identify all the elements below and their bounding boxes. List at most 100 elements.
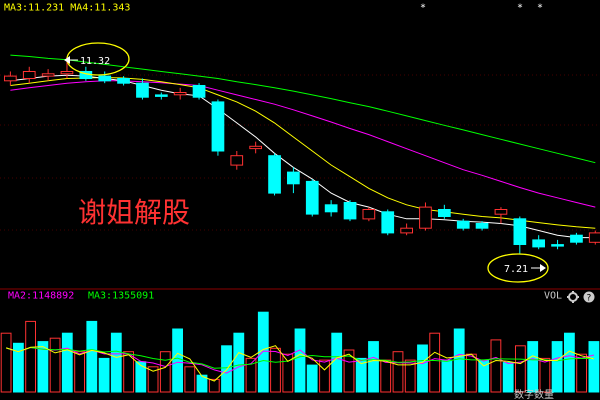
candle-body xyxy=(475,223,489,229)
volume-bars[interactable] xyxy=(0,311,600,393)
volume-bar xyxy=(551,341,563,393)
volume-bar xyxy=(527,341,539,393)
candle[interactable] xyxy=(324,200,338,217)
volume-bar xyxy=(429,332,441,393)
candle-body xyxy=(117,78,130,84)
candle[interactable] xyxy=(249,141,263,154)
candle[interactable] xyxy=(268,153,281,196)
volume-bar xyxy=(159,351,171,393)
volume-bar xyxy=(453,328,465,393)
candle[interactable] xyxy=(551,239,564,250)
volume-bar xyxy=(184,366,196,393)
candle-body xyxy=(249,145,263,150)
candle-body xyxy=(136,82,149,98)
candle-body xyxy=(494,209,508,215)
candle-body xyxy=(305,180,319,215)
volume-bar xyxy=(172,328,183,393)
footer-label: 数字数量 xyxy=(514,388,554,400)
volume-bar xyxy=(306,364,318,393)
volume-bar xyxy=(564,332,575,393)
candle[interactable] xyxy=(230,151,244,170)
stock-chart[interactable]: MA3:11.231 MA4:11.343 * * * 谢姐解股 11.32 7… xyxy=(0,0,600,400)
candle-body xyxy=(343,202,357,220)
volume-bar xyxy=(490,339,502,393)
candle-body xyxy=(192,85,206,98)
help-icon[interactable]: ? xyxy=(583,291,595,304)
candle[interactable] xyxy=(173,87,187,100)
high-price-label: 11.32 xyxy=(80,56,110,67)
candle[interactable] xyxy=(438,204,451,219)
candle[interactable] xyxy=(155,92,168,100)
volume-bar xyxy=(0,332,12,393)
candle-body xyxy=(532,239,545,248)
candle[interactable] xyxy=(570,232,583,245)
volume-bar xyxy=(576,353,588,393)
ma-header: MA3:11.231 MA4:11.343 xyxy=(4,2,130,13)
volume-bar xyxy=(49,337,61,393)
volume-bar xyxy=(25,320,37,393)
candle-body xyxy=(551,244,564,247)
candle-body xyxy=(400,227,413,234)
candle-body xyxy=(513,218,527,246)
volume-label: VOL xyxy=(544,290,562,301)
candle-body xyxy=(419,206,432,229)
candle-body xyxy=(324,204,338,213)
candle-body xyxy=(4,75,17,82)
volume-bar xyxy=(331,332,343,393)
volume-ma2-label: MA2:1148892 xyxy=(8,290,74,301)
candle[interactable] xyxy=(513,216,527,254)
gear-icon[interactable] xyxy=(567,291,579,303)
candle[interactable] xyxy=(4,71,17,86)
candle[interactable] xyxy=(343,200,357,222)
candle[interactable] xyxy=(41,69,55,81)
volume-bar xyxy=(74,351,85,393)
candle[interactable] xyxy=(22,66,36,84)
marker-star: * xyxy=(420,2,426,13)
candle-body xyxy=(570,234,583,243)
candle-body xyxy=(381,211,395,234)
candle[interactable] xyxy=(362,207,376,222)
candle[interactable] xyxy=(532,235,545,250)
volume-bar xyxy=(515,345,526,393)
candle-body xyxy=(287,171,300,185)
candle[interactable] xyxy=(305,179,319,217)
candle-body xyxy=(438,209,451,217)
watermark-text: 谢姐解股 xyxy=(78,196,190,229)
marker-star: * xyxy=(517,2,523,13)
candle-body xyxy=(362,209,376,220)
volume-bar xyxy=(221,345,232,393)
candle[interactable] xyxy=(211,99,225,156)
candle[interactable] xyxy=(381,209,395,236)
svg-text:?: ? xyxy=(587,294,592,304)
volume-bar xyxy=(98,357,110,393)
volume-bar xyxy=(135,361,147,393)
candle-body xyxy=(456,220,470,229)
candle[interactable] xyxy=(588,230,600,245)
candle-body xyxy=(268,155,281,194)
arrow-right-icon xyxy=(540,264,546,272)
low-price-label: 7.21 xyxy=(504,264,528,275)
candle[interactable] xyxy=(419,202,432,231)
volume-bar xyxy=(502,362,514,393)
candle-body xyxy=(230,155,244,166)
candle[interactable] xyxy=(400,223,413,236)
volume-bar xyxy=(86,320,98,393)
volume-bar xyxy=(392,351,404,393)
candle[interactable] xyxy=(287,167,300,194)
volume-ma3-label: MA3:1355091 xyxy=(88,290,154,301)
candle-body xyxy=(22,71,36,79)
candle[interactable] xyxy=(494,207,508,224)
volume-bar xyxy=(270,347,281,393)
candle-body xyxy=(173,92,187,96)
candle[interactable] xyxy=(192,83,206,100)
candle-body xyxy=(60,71,74,75)
candle-body xyxy=(98,75,112,82)
candle-body xyxy=(41,73,55,77)
volume-bar xyxy=(588,341,600,393)
candle-body xyxy=(211,101,225,152)
volume-bar xyxy=(380,359,392,393)
volume-bar xyxy=(61,332,73,393)
volume-bar xyxy=(294,328,306,393)
volume-bar xyxy=(441,359,453,393)
volume-bar xyxy=(233,332,245,393)
